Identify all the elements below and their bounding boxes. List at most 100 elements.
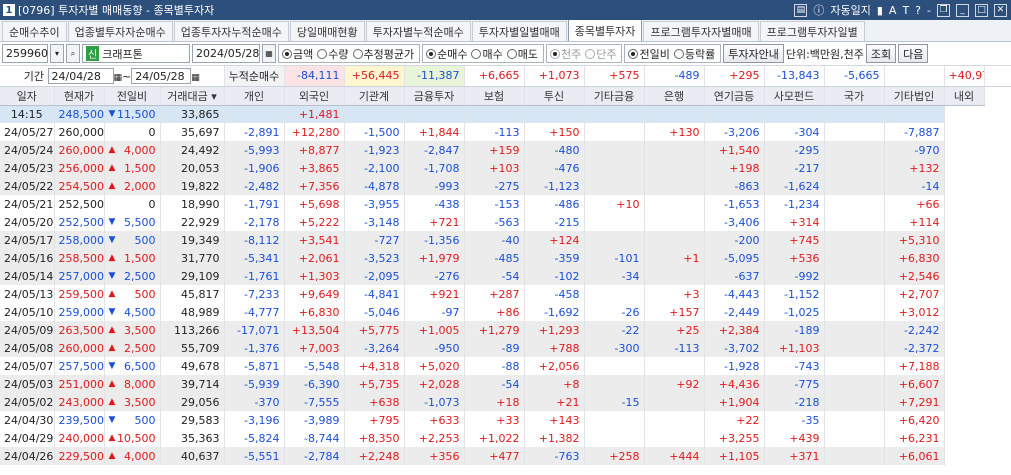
calendar-icon[interactable]: ▦ — [262, 44, 276, 63]
restore-icon[interactable]: ❐ — [937, 3, 950, 17]
column-header[interactable]: 국가 — [824, 86, 885, 106]
memo-icon[interactable]: ▤ — [794, 3, 808, 17]
code-dropdown-icon[interactable]: ▾ — [50, 44, 64, 63]
column-header[interactable]: 거래대금 ▾ — [160, 86, 225, 106]
column-header[interactable]: 개인 — [224, 86, 285, 106]
info-icon[interactable]: ⓘ — [813, 2, 824, 18]
column-header[interactable]: 기타금융 — [584, 86, 645, 106]
column-header[interactable]: 기관계 — [344, 86, 405, 106]
next-button[interactable]: 다음 — [898, 44, 929, 63]
value-cell — [824, 105, 885, 123]
table-row[interactable]: 14:15 248,500 ▼ 11,500 33,865 +1,481 — [0, 105, 1011, 123]
radio-dot-icon — [628, 48, 639, 59]
table-row[interactable]: 24/04/30 239,500 ▼ 500 29,583 -3,196 -3,989 +79… — [0, 411, 1011, 429]
radio-dot-icon — [282, 48, 292, 59]
help-icon[interactable]: ? — [915, 4, 921, 17]
tab-0[interactable]: 순매수추이 — [2, 21, 67, 41]
value-cell: -300 — [584, 339, 645, 357]
radio-amount[interactable]: 금액 — [282, 46, 313, 62]
table-row[interactable]: 24/05/08 260,000 ▲ 2,500 55,709 -1,376 +7,003-… — [0, 339, 1011, 357]
radio-single-shares[interactable]: 단주 — [585, 46, 616, 62]
search-icon[interactable]: ⌕ — [66, 44, 80, 63]
summary-row: 기간 24/04/28 ▦~ 24/05/28 ▦ 누적순매수 -84,111 +56,44… — [0, 66, 1011, 87]
tab-8[interactable]: 프로그램투자자일별 — [759, 21, 865, 41]
radio-net-buy[interactable]: 순매수 — [426, 46, 467, 62]
table-row[interactable]: 24/04/26 229,500 ▲ 4,000 40,637 -5,551 -2,784 +… — [0, 447, 1011, 465]
value-cell — [884, 105, 945, 123]
change-cell: ▲ 10,500 — [104, 429, 161, 447]
table-row[interactable]: 24/05/14 257,000 ▼ 2,500 29,109 -1,761 +1,303-… — [0, 267, 1011, 285]
tab-1[interactable]: 업종별투자자순매수 — [67, 21, 173, 41]
radio-prev-day[interactable]: 전일비 — [628, 46, 670, 62]
tab-5[interactable]: 투자자별일별매매 — [471, 21, 567, 41]
query-button[interactable]: 조회 — [865, 44, 897, 63]
period-from-input[interactable]: 24/04/28 — [47, 68, 114, 84]
table-row[interactable]: 24/05/09 263,500 ▲ 3,500 113,266 -17,071 +13,5… — [0, 321, 1011, 339]
minus-icon[interactable]: - — [927, 4, 931, 17]
text-icon[interactable]: T — [902, 4, 909, 17]
radio-buy[interactable]: 매수 — [471, 46, 503, 62]
date-input[interactable]: 2024/05/28 — [192, 44, 260, 63]
close-icon[interactable]: ✕ — [994, 3, 1007, 17]
tab-4[interactable]: 투자자별누적순매수 — [365, 21, 471, 41]
column-header[interactable]: 사모펀드 — [764, 86, 825, 106]
value-cell — [584, 375, 645, 393]
value-cell: +13,504 — [284, 321, 345, 339]
maximize-icon[interactable]: □ — [975, 3, 988, 17]
sum-cell: -13,843 — [764, 66, 825, 87]
table-row[interactable]: 24/05/17 258,000 ▼ 500 19,349 -8,112 +3,541 -72… — [0, 231, 1011, 249]
table-row[interactable]: 24/05/16 258,500 ▲ 1,500 31,770 -5,341 +2,061-… — [0, 249, 1011, 267]
sort-arrow-icon[interactable]: ▾ — [208, 90, 217, 103]
column-header[interactable]: 일자 — [0, 86, 55, 106]
table-row[interactable]: 24/05/21 252,500 0 18,990 -1,791 +5,698 -3,955… — [0, 195, 1011, 213]
stock-name-field[interactable]: 신 크래프톤 — [82, 44, 190, 63]
column-header[interactable]: 연기금등 — [704, 86, 765, 106]
column-header[interactable]: 내외 — [944, 86, 985, 106]
column-header[interactable]: 보험 — [464, 86, 525, 106]
table-row[interactable]: 24/05/10 259,000 ▼ 4,500 48,989 -4,777 +6,830-… — [0, 303, 1011, 321]
table-row[interactable]: 24/05/23 256,000 ▲ 1,500 20,053 -1,906 +3,865-… — [0, 159, 1011, 177]
value-cell: -863 — [704, 177, 765, 195]
radio-avg-price[interactable]: 추정평균가 — [352, 46, 414, 62]
table-row[interactable]: 24/05/22 254,500 ▲ 2,000 19,822 -2,482 +7,356-… — [0, 177, 1011, 195]
radio-sell[interactable]: 매도 — [506, 46, 538, 62]
font-icon[interactable]: A — [889, 4, 897, 17]
link-icon[interactable]: ▮ — [877, 4, 883, 17]
stock-code-input[interactable]: 259960 — [2, 44, 48, 63]
calendar-icon[interactable]: ▦ — [114, 73, 123, 83]
tab-2[interactable]: 업종투자자누적순매수 — [173, 21, 289, 41]
calendar-icon[interactable]: ▦ — [191, 73, 200, 83]
table-row[interactable]: 24/05/03 251,000 ▲ 8,000 39,714 -5,939 -6,390 +… — [0, 375, 1011, 393]
column-header[interactable]: 투신 — [524, 86, 585, 106]
radio-quantity[interactable]: 수량 — [317, 46, 349, 62]
value-cell: 35,363 — [160, 429, 225, 447]
tab-6[interactable]: 종목별투자자 — [567, 19, 643, 41]
column-header[interactable]: 은행 — [644, 86, 705, 106]
table-row[interactable]: 24/05/07 257,500 ▼ 6,500 49,678 -5,871 -5,548 +… — [0, 357, 1011, 375]
column-header[interactable]: 금융투자 — [404, 86, 465, 106]
table-row[interactable]: 24/05/20 252,500 ▼ 5,500 22,929 -2,178 +5,222-… — [0, 213, 1011, 231]
period-to-input[interactable]: 24/05/28 — [131, 68, 192, 84]
autolog-label[interactable]: 자동일지 — [830, 2, 870, 18]
investor-guide-button[interactable]: 투자자안내 — [723, 44, 784, 63]
value-cell: +12,280 — [284, 123, 345, 141]
radio-dot-icon — [585, 48, 596, 59]
column-header[interactable]: 외국인 — [284, 86, 345, 106]
column-header[interactable]: 기타법인 — [884, 86, 945, 106]
value-cell: -5,341 — [224, 249, 285, 267]
radio-thousand-shares[interactable]: 천주 — [549, 46, 581, 62]
value-cell — [584, 213, 645, 231]
column-header[interactable]: 현재가 — [54, 86, 105, 106]
table-row[interactable]: 24/05/02 243,000 ▲ 3,500 29,056 -370 -7,555 +63… — [0, 393, 1011, 411]
radio-change-rate[interactable]: 등락률 — [673, 46, 715, 62]
table-row[interactable]: 24/05/13 259,500 ▲ 500 45,817 -7,233 +9,649 -4,… — [0, 285, 1011, 303]
minimize-icon[interactable]: _ — [956, 3, 969, 17]
column-header[interactable]: 전일비 — [104, 86, 161, 106]
table-row[interactable]: 24/05/24 260,000 ▲ 4,000 24,492 -5,993 +8,877-… — [0, 141, 1011, 159]
table-row[interactable]: 24/04/29 240,000 ▲ 10,500 35,363 -5,824 -8,744… — [0, 429, 1011, 447]
tab-3[interactable]: 당일매매현황 — [289, 21, 365, 41]
change-value: 3,500 — [124, 323, 156, 337]
tab-7[interactable]: 프로그램투자자별매매 — [643, 21, 759, 41]
value-cell: -1,500 — [344, 123, 405, 141]
table-row[interactable]: 24/05/27 260,000 0 35,697 -2,891 +12,280 -1,50… — [0, 123, 1011, 141]
